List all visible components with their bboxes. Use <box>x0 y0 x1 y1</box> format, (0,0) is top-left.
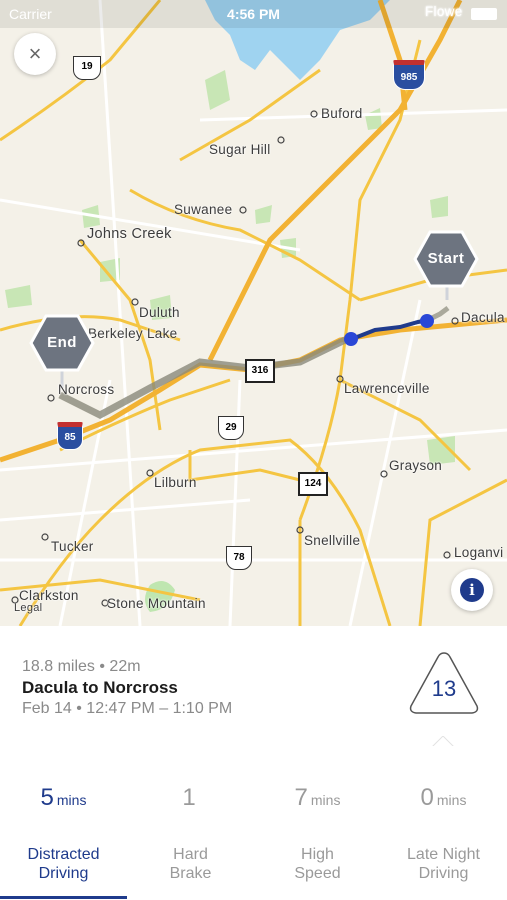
place-clarkston: Clarkston <box>19 588 79 603</box>
trip-datetime: Feb 14 • 12:47 PM – 1:10 PM <box>22 700 233 717</box>
tab-count: 5 mins <box>40 784 87 811</box>
route-point-end-event <box>420 314 434 328</box>
route-past-segment <box>58 336 347 419</box>
place-stone-mountain: Stone Mountain <box>107 596 206 611</box>
us-78-shield: 78 <box>226 546 252 570</box>
tab-distracted-driving[interactable]: 5 mins Distracted Driving <box>0 746 127 900</box>
tab-late-night-driving[interactable]: 0 mins Late Night Driving <box>380 746 507 900</box>
battery-icon <box>471 8 497 20</box>
event-tabs: 5 mins Distracted Driving 1 Hard Brake 7 min… <box>0 746 507 900</box>
tab-count: 7 mins <box>294 784 341 811</box>
active-tab-indicator <box>0 896 127 899</box>
place-grayson: Grayson <box>389 458 443 473</box>
place-duluth: Duluth <box>139 305 180 320</box>
place-sugar-hill: Sugar Hill <box>209 142 271 157</box>
tab-label: High Speed <box>294 846 341 882</box>
tab-count: 1 <box>182 784 196 811</box>
place-lilburn: Lilburn <box>154 475 197 490</box>
place-flowery-branch: Flowe <box>425 4 463 19</box>
place-norcross: Norcross <box>58 382 115 397</box>
place-tucker: Tucker <box>51 539 94 554</box>
trip-summary: 18.8 miles • 22m Dacula to Norcross Feb … <box>0 626 507 747</box>
place-buford: Buford <box>321 106 363 121</box>
end-marker[interactable]: End <box>29 314 95 372</box>
tab-label: Hard Brake <box>169 846 212 882</box>
tab-label: Distracted Driving <box>27 846 100 882</box>
i-85-shield: 85 <box>57 422 83 450</box>
us-19-shield: 19 <box>73 56 101 80</box>
place-snellville: Snellville <box>304 533 361 548</box>
map-legal-link[interactable]: Legal <box>14 602 42 614</box>
trip-map[interactable]: Carrier 4:56 PM Flowe Buford Sugar Hill … <box>0 0 507 626</box>
trip-distance-duration: 18.8 miles • 22m <box>22 658 141 675</box>
us-29-shield: 29 <box>218 416 244 440</box>
route-point-start-event <box>344 332 358 346</box>
map-base <box>0 0 507 626</box>
place-johns-creek: Johns Creek <box>87 226 172 242</box>
place-lawrenceville: Lawrenceville <box>344 381 430 396</box>
close-icon: × <box>28 41 42 66</box>
tab-high-speed[interactable]: 7 mins High Speed <box>254 746 381 900</box>
tab-count: 0 mins <box>420 784 467 811</box>
trip-score-value: 13 <box>431 676 457 701</box>
tab-hard-brake[interactable]: 1 Hard Brake <box>127 746 254 900</box>
place-dacula: Dacula <box>461 310 505 325</box>
i-985-shield: 985 <box>393 60 425 90</box>
info-icon: i <box>460 578 484 602</box>
place-loganville: Loganvi <box>454 545 504 560</box>
start-marker[interactable]: Start <box>413 230 479 288</box>
start-marker-label: Start <box>427 250 465 267</box>
place-berkeley-lake: Berkeley Lake <box>88 326 178 341</box>
trip-route-title: Dacula to Norcross <box>22 678 178 697</box>
place-suwanee: Suwanee <box>174 202 233 217</box>
close-button[interactable]: × <box>14 33 56 75</box>
end-marker-label: End <box>47 334 77 351</box>
sr-316-shield: 316 <box>245 359 275 383</box>
info-button[interactable]: i <box>451 569 493 611</box>
trip-score-badge[interactable]: 13 <box>408 650 480 716</box>
sr-124-shield: 124 <box>298 472 328 496</box>
tab-label: Late Night Driving <box>407 846 480 882</box>
